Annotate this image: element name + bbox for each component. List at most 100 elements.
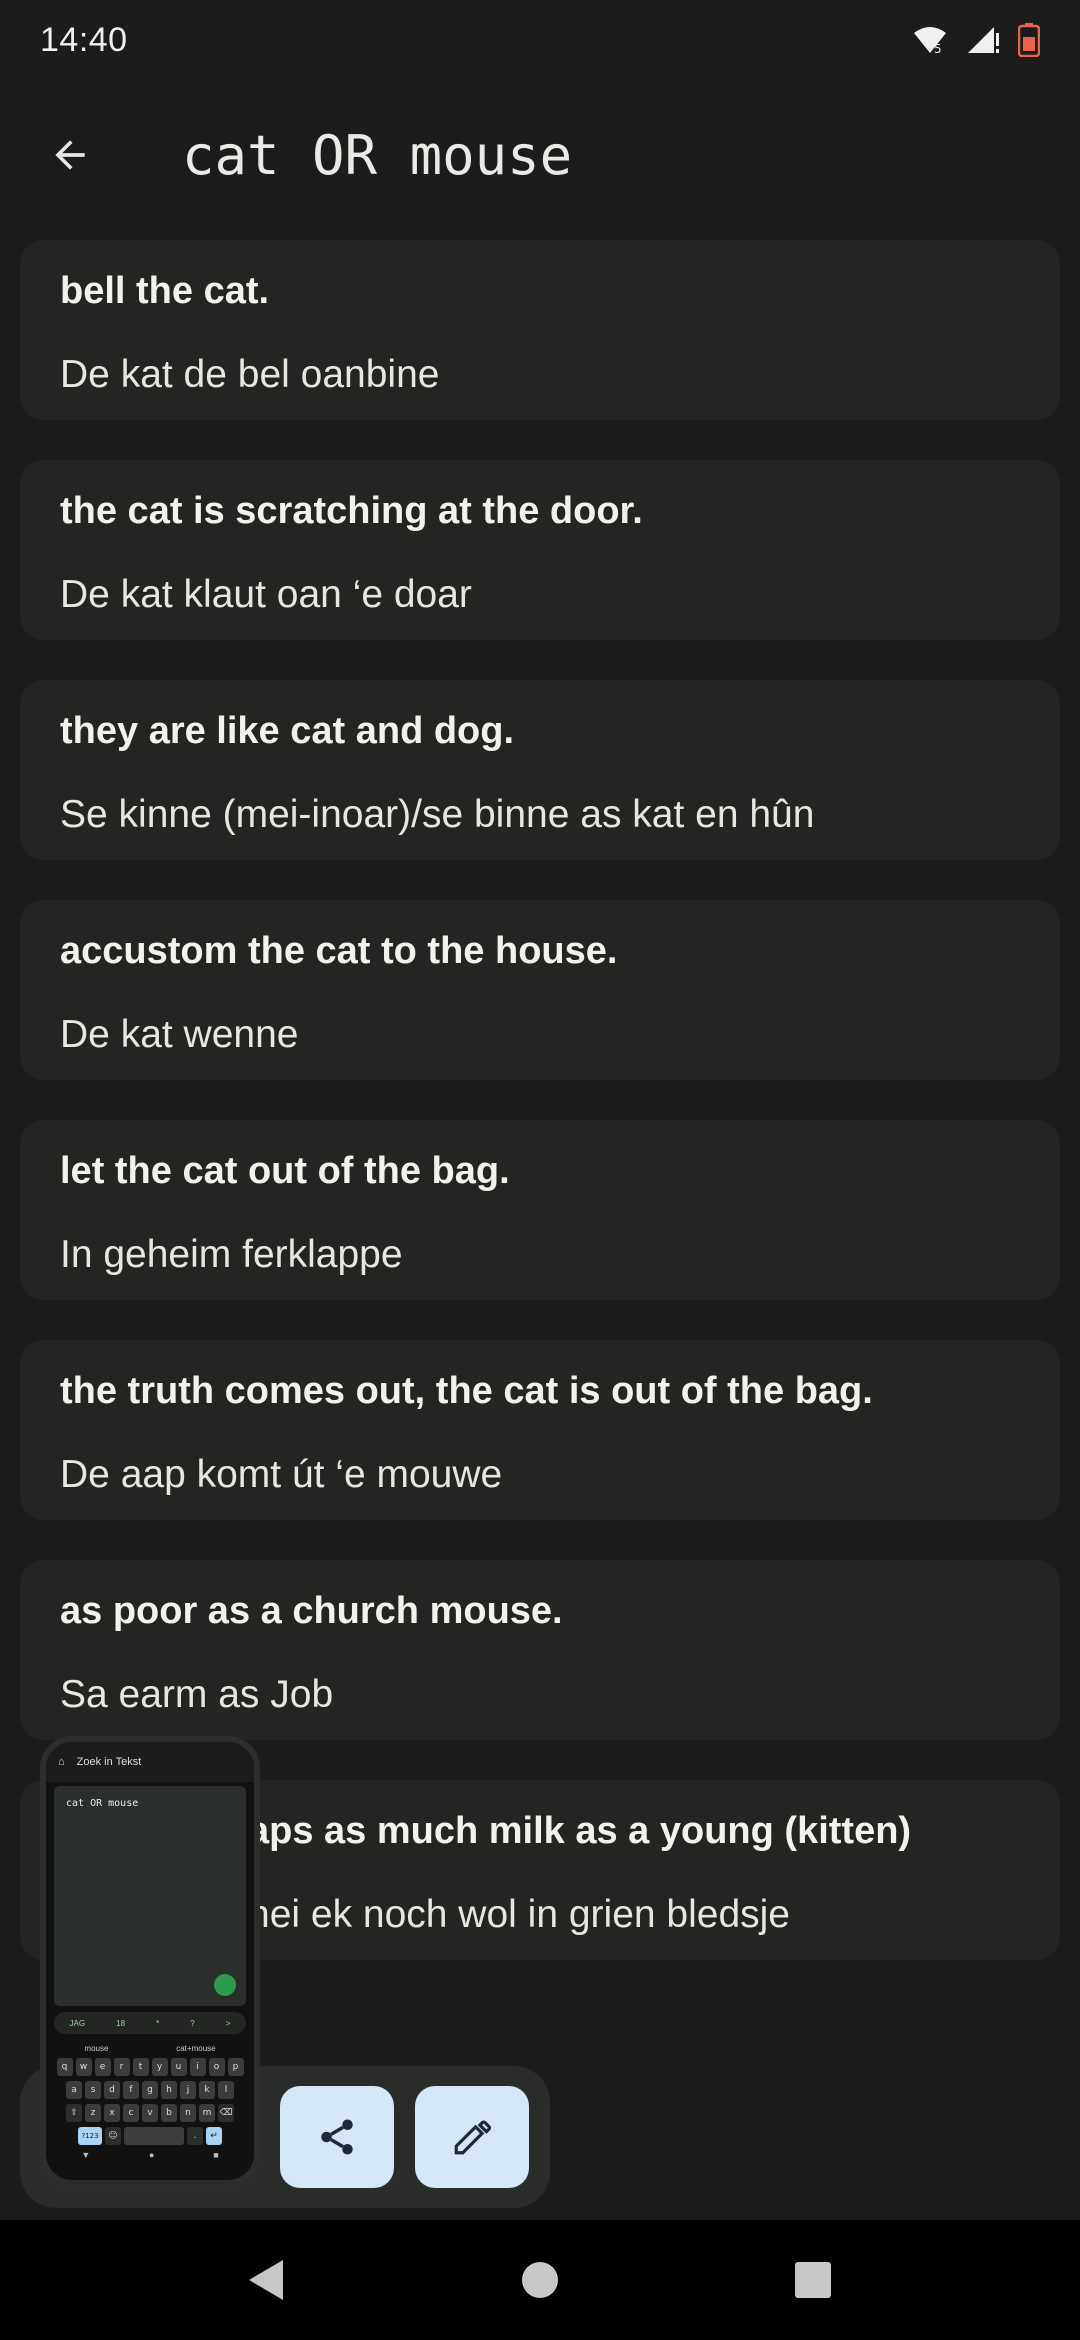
- suggestion-chip: >: [225, 2018, 231, 2028]
- result-english: accustom the cat to the house.: [60, 930, 618, 972]
- screenshot-preview-thumbnail[interactable]: ⌂ Zoek in Tekst cat OR mouse JAG 18 * ? …: [40, 1736, 260, 2186]
- key: y: [151, 2058, 168, 2076]
- nav-back-icon: ▼: [81, 2150, 91, 2160]
- result-frisian: De aap komt út ‘e mouwe: [60, 1453, 503, 1496]
- result-frisian: nei ek noch wol in grien bledsje: [248, 1893, 791, 1936]
- result-frisian: Se kinne (mei-inoar)/se binne as kat en …: [60, 793, 815, 836]
- result-frisian: De kat de bel oanbine: [60, 353, 440, 396]
- result-frisian: In geheim ferklappe: [60, 1233, 403, 1276]
- key: x: [104, 2104, 120, 2122]
- home-icon: ⌂: [58, 1756, 65, 1768]
- emoji-icon: ☺: [105, 2127, 121, 2145]
- search-query-title: cat OR mouse: [182, 123, 573, 187]
- key: a: [66, 2081, 82, 2099]
- keyboard-row-3: ⇧ z x c v b n m ⌫: [52, 2104, 248, 2122]
- preview-field-text: cat OR mouse: [66, 1798, 139, 1809]
- suggestion-chip: JAG: [69, 2018, 86, 2028]
- shift-icon: ⇧: [66, 2104, 82, 2122]
- nav-recents-button[interactable]: [773, 2240, 853, 2320]
- key: w: [75, 2058, 92, 2076]
- battery-icon: [1018, 23, 1040, 57]
- preview-text-field: cat OR mouse: [54, 1786, 246, 2006]
- result-english: let the cat out of the bag.: [60, 1150, 510, 1192]
- key: f: [123, 2081, 139, 2099]
- key: s: [85, 2081, 101, 2099]
- result-english: as poor as a church mouse.: [60, 1590, 563, 1632]
- result-english: bell the cat.: [60, 270, 270, 312]
- key: l: [218, 2081, 234, 2099]
- result-card[interactable]: bell the cat. De kat de bel oanbine: [20, 240, 1060, 420]
- result-card[interactable]: accustom the cat to the house. De kat we…: [20, 900, 1060, 1080]
- result-card[interactable]: the cat is scratching at the door. De ka…: [20, 460, 1060, 640]
- key: p: [227, 2058, 244, 2076]
- key: z: [85, 2104, 101, 2122]
- signal-icon: [968, 27, 999, 53]
- back-button[interactable]: [20, 105, 120, 205]
- send-icon: [214, 1974, 236, 1996]
- key: u: [170, 2058, 187, 2076]
- key: c: [123, 2104, 139, 2122]
- period-key: .: [187, 2127, 203, 2145]
- key: b: [161, 2104, 177, 2122]
- nav-recents-icon: ■: [213, 2150, 219, 2160]
- key: g: [142, 2081, 158, 2099]
- keyboard-suggestion: cat+mouse: [176, 2044, 216, 2053]
- key: h: [161, 2081, 177, 2099]
- suggestion-chip: ?: [190, 2018, 195, 2028]
- preview-suggestions: JAG 18 * ? >: [54, 2012, 246, 2034]
- suggestion-chip: *: [156, 2018, 160, 2028]
- space-key: [124, 2127, 184, 2145]
- result-card[interactable]: the truth comes out, the cat is out of t…: [20, 1340, 1060, 1520]
- circle-home-icon: [521, 2262, 558, 2298]
- key: v: [142, 2104, 158, 2122]
- triangle-back-icon: [248, 2260, 283, 2300]
- status-time: 14:40: [40, 20, 128, 59]
- preview-title: Zoek in Tekst: [76, 1756, 142, 1768]
- key: d: [104, 2081, 120, 2099]
- wifi-icon: 5: [914, 27, 946, 55]
- result-frisian: De kat wenne: [60, 1013, 299, 1056]
- share-button[interactable]: [280, 2086, 394, 2188]
- keyboard-suggestion: mouse: [84, 2044, 109, 2053]
- key: o: [208, 2058, 225, 2076]
- keyboard-row-4: ?123 ☺ . ↵: [52, 2127, 248, 2145]
- result-card[interactable]: as poor as a church mouse. Sa earm as Jo…: [20, 1560, 1060, 1740]
- nav-home-icon: ●: [149, 2150, 155, 2160]
- status-icons: 5: [912, 23, 1040, 57]
- key: j: [180, 2081, 196, 2099]
- pencil-icon: [454, 2120, 492, 2155]
- square-recents-icon: [795, 2262, 832, 2298]
- keyboard-row-1: q w e r t y u i o p: [52, 2058, 248, 2076]
- nav-back-button[interactable]: [227, 2240, 307, 2320]
- preview-nav-bar: ▼ ● ■: [52, 2150, 248, 2160]
- result-english: the truth comes out, the cat is out of t…: [60, 1370, 873, 1412]
- keyboard-suggestion-row: mouse cat+mouse: [52, 2044, 248, 2053]
- enter-icon: ↵: [206, 2127, 222, 2145]
- nav-home-button[interactable]: [500, 2240, 580, 2320]
- result-english: aps as much milk as a young (kitten): [248, 1810, 912, 1852]
- result-english: the cat is scratching at the door.: [60, 490, 643, 532]
- keyboard-row-2: a s d f g h j k l: [52, 2081, 248, 2099]
- suggestion-chip: 18: [116, 2018, 126, 2028]
- backspace-icon: ⌫: [218, 2104, 234, 2122]
- key: n: [180, 2104, 196, 2122]
- edit-button[interactable]: [415, 2086, 529, 2188]
- key: m: [199, 2104, 215, 2122]
- key: i: [189, 2058, 206, 2076]
- result-frisian: Sa earm as Job: [60, 1673, 334, 1716]
- result-frisian: De kat klaut oan ‘e doar: [60, 573, 472, 616]
- key: t: [132, 2058, 149, 2076]
- share-icon: [321, 2119, 353, 2155]
- key: q: [56, 2058, 73, 2076]
- preview-keyboard: mouse cat+mouse q w e r t y u i o p a s …: [46, 2040, 254, 2164]
- status-bar: 14:40 5: [0, 0, 1080, 80]
- key: e: [94, 2058, 111, 2076]
- system-navigation-bar: [0, 2220, 1080, 2340]
- key: k: [199, 2081, 215, 2099]
- result-card[interactable]: let the cat out of the bag. In geheim fe…: [20, 1120, 1060, 1300]
- preview-top-bar: ⌂ Zoek in Tekst: [46, 1742, 254, 1782]
- result-card[interactable]: they are like cat and dog. Se kinne (mei…: [20, 680, 1060, 860]
- top-app-bar: cat OR mouse: [0, 100, 1080, 210]
- num-key: ?123: [78, 2127, 102, 2145]
- arrow-back-icon: [55, 140, 85, 170]
